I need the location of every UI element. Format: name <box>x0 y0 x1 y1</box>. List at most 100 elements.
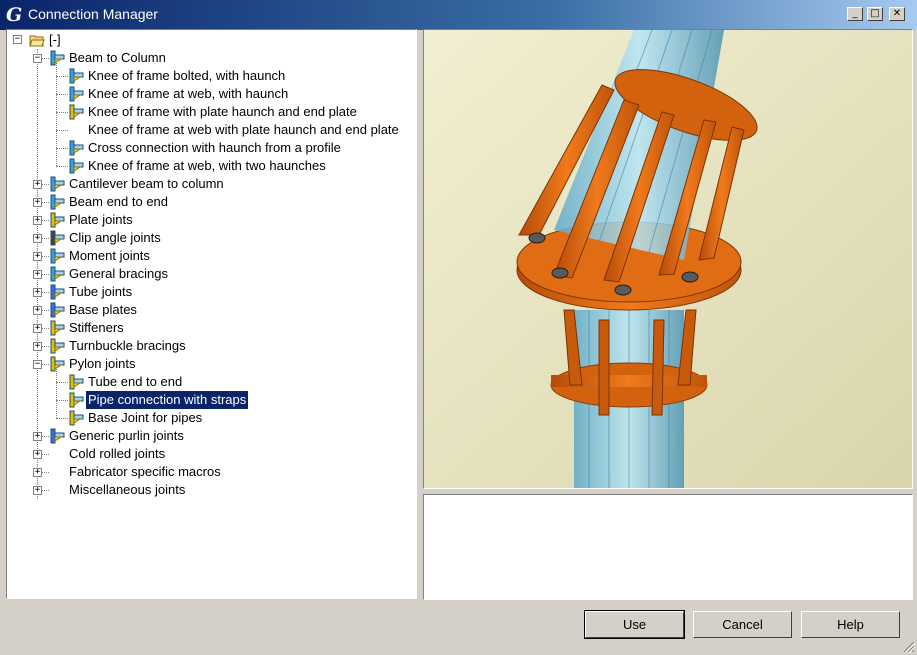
tree-item-label: Cold rolled joints <box>69 446 166 461</box>
description-panel <box>423 494 913 600</box>
app-icon: G <box>6 4 23 26</box>
resize-grip-icon[interactable] <box>903 641 915 653</box>
base-plate-icon <box>50 302 65 318</box>
connection-tree[interactable]: − [-] − Beam to Column Knee of frame bolted,… <box>6 29 417 599</box>
beam-end-icon <box>50 194 65 210</box>
tree-item-label: Base plates <box>69 302 137 317</box>
tube-joint-icon <box>50 284 65 300</box>
tree-leaf-item[interactable]: Pipe connection with straps <box>7 390 412 410</box>
minimize-button[interactable]: _ <box>847 7 863 21</box>
tree-group-item[interactable]: − Pylon joints <box>7 355 412 373</box>
moment-joint-icon <box>50 248 65 264</box>
plate-joint-icon <box>50 212 65 228</box>
tree-leaf-item[interactable]: Knee of frame bolted, with haunch <box>7 67 412 85</box>
tree-leaf-item[interactable]: Knee of frame at web with plate haunch a… <box>7 121 412 139</box>
cantilever-icon <box>50 176 65 192</box>
tree-item-label: Tube end to end <box>88 374 183 389</box>
expand-toggle[interactable]: + <box>33 342 42 351</box>
collapse-toggle[interactable]: − <box>13 35 22 44</box>
tree-item-label: Fabricator specific macros <box>69 464 221 479</box>
preview-3d-view <box>423 29 913 489</box>
tree-leaf-item[interactable]: Knee of frame with plate haunch and end … <box>7 103 412 121</box>
tree-item-label: Miscellaneous joints <box>69 482 186 497</box>
tree-item-label: Plate joints <box>69 212 133 227</box>
pylon-icon <box>50 356 65 372</box>
tree-item-label: Clip angle joints <box>69 230 161 245</box>
expand-toggle[interactable]: + <box>33 450 42 459</box>
window-title: Connection Manager <box>28 6 158 22</box>
tree-item-label: Beam to Column <box>69 50 166 65</box>
tree-group-item[interactable]: + Plate joints <box>7 211 412 229</box>
tree-item-label: Knee of frame at web, with two haunches <box>88 158 326 173</box>
tree-group-item[interactable]: + Cold rolled joints <box>7 445 412 463</box>
tree-item-label: Pylon joints <box>69 356 136 371</box>
tree-group-item[interactable]: + Turnbuckle bracings <box>7 337 412 355</box>
expand-toggle[interactable]: + <box>33 432 42 441</box>
help-button[interactable]: Help <box>801 611 900 638</box>
pipe-connection-preview-image <box>424 30 912 488</box>
expand-toggle[interactable]: + <box>33 270 42 279</box>
tree-item-label: Cross connection with haunch from a prof… <box>88 140 341 155</box>
tree-item-label: Base Joint for pipes <box>88 410 203 425</box>
expand-toggle[interactable]: + <box>33 234 42 243</box>
knee-frame-icon <box>69 68 84 84</box>
tree-group-item[interactable]: + Fabricator specific macros <box>7 463 412 481</box>
expand-toggle[interactable]: + <box>33 252 42 261</box>
close-button[interactable]: ✕ <box>889 7 905 21</box>
expand-toggle[interactable]: + <box>33 198 42 207</box>
tree-leaf-item[interactable]: Knee of frame at web, with haunch <box>7 85 412 103</box>
tree-item-label: Cantilever beam to column <box>69 176 224 191</box>
tree-item-label: Knee of frame at web, with haunch <box>88 86 289 101</box>
tree-item-label: General bracings <box>69 266 168 281</box>
tree-item-label: Stiffeners <box>69 320 124 335</box>
tree-leaf-item[interactable]: Cross connection with haunch from a prof… <box>7 139 412 157</box>
tree-group-item[interactable]: + General bracings <box>7 265 412 283</box>
expand-toggle[interactable]: + <box>33 180 42 189</box>
expand-toggle[interactable]: + <box>33 306 42 315</box>
tree-leaf-item[interactable]: Tube end to end <box>7 373 412 391</box>
bracing-icon <box>50 266 65 282</box>
tree-root-label: [-] <box>49 32 61 47</box>
maximize-button[interactable]: □ <box>867 7 883 21</box>
tree-item-label: Generic purlin joints <box>69 428 184 443</box>
stiffener-icon <box>50 320 65 336</box>
tree-item-label: Knee of frame with plate haunch and end … <box>88 104 357 119</box>
expand-toggle[interactable]: + <box>33 288 42 297</box>
tree-group-item[interactable]: + Base plates <box>7 301 412 319</box>
cross-connection-icon <box>69 140 84 156</box>
pipe-strap-icon <box>69 392 84 408</box>
tree-group-item[interactable]: + Miscellaneous joints <box>7 481 412 499</box>
tube-end-icon <box>69 374 84 390</box>
clip-angle-icon <box>50 230 65 246</box>
knee-frame-web-icon <box>69 86 84 102</box>
tree-group-item[interactable]: + Moment joints <box>7 247 412 265</box>
open-folder-icon <box>29 35 45 47</box>
expand-toggle[interactable]: + <box>33 216 42 225</box>
tree-item-label: Knee of frame at web with plate haunch a… <box>88 122 399 137</box>
tree-item-label: Knee of frame bolted, with haunch <box>88 68 286 83</box>
tree-group-item[interactable]: + Beam end to end <box>7 193 412 211</box>
tree-group-item[interactable]: + Tube joints <box>7 283 412 301</box>
tree-group-item[interactable]: + Clip angle joints <box>7 229 412 247</box>
expand-toggle[interactable]: + <box>33 468 42 477</box>
knee-plate-icon <box>69 104 84 120</box>
tree-item-label: Turnbuckle bracings <box>69 338 186 353</box>
expand-toggle[interactable]: + <box>33 324 42 333</box>
collapse-toggle[interactable]: − <box>33 360 42 369</box>
collapse-toggle[interactable]: − <box>33 54 42 63</box>
tree-leaf-item[interactable]: Base Joint for pipes <box>7 409 412 427</box>
two-haunches-icon <box>69 158 84 174</box>
expand-toggle[interactable]: + <box>33 486 42 495</box>
tree-group-item[interactable]: + Stiffeners <box>7 319 412 337</box>
tree-group-item[interactable]: + Generic purlin joints <box>7 427 412 445</box>
cancel-button[interactable]: Cancel <box>693 611 792 638</box>
tree-item-label: Moment joints <box>69 248 150 263</box>
use-button[interactable]: Use <box>584 610 685 639</box>
tree-item-label-selected: Pipe connection with straps <box>84 390 250 410</box>
tree-leaf-item[interactable]: Knee of frame at web, with two haunches <box>7 157 412 175</box>
tree-group-item[interactable]: + Cantilever beam to column <box>7 175 412 193</box>
title-bar[interactable]: G Connection Manager _ □ ✕ <box>0 0 917 30</box>
tree-item-label: Tube joints <box>69 284 133 299</box>
tree-item-label: Beam end to end <box>69 194 169 209</box>
tree-group-item[interactable]: − Beam to Column <box>7 49 412 67</box>
